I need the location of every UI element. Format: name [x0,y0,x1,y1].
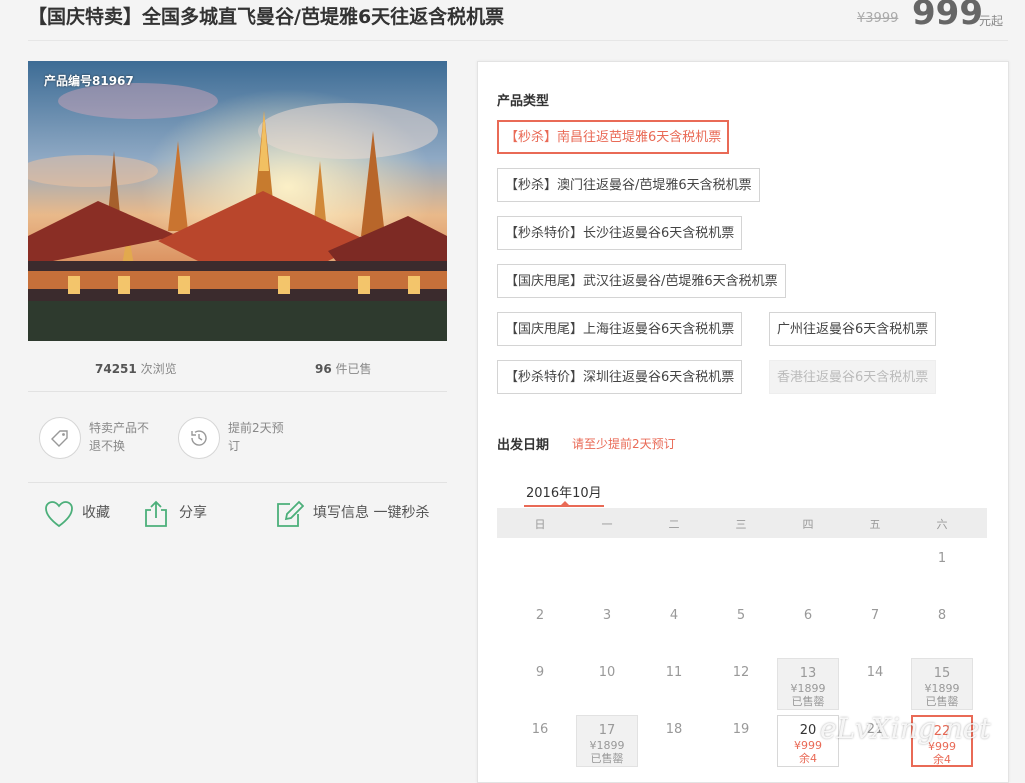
views-stat: 74251 次浏览 [95,360,177,377]
share-button[interactable]: 分享 [179,502,207,522]
day-number: 14 [866,665,884,680]
weekday-label: 日 [534,518,546,531]
weekday-label: 五 [869,518,881,531]
calendar-day: 2 [509,601,571,653]
month-caret-icon [561,501,569,505]
day-status: 已售罄 [791,695,825,708]
calendar-day: 16 [509,715,571,767]
day-number: 5 [736,608,746,623]
watermark: eLvXing.net [820,712,991,745]
clock-icon [178,417,220,459]
day-number: 12 [732,665,750,680]
day-number: 13 [799,666,817,681]
day-status: 余4 [933,753,951,766]
product-option[interactable]: 广州往返曼谷6天含税机票 [769,312,937,346]
product-option[interactable]: 【国庆甩尾】武汉往返曼谷/芭堤雅6天含税机票 [497,264,786,298]
day-number: 8 [937,608,947,623]
departure-title: 出发日期 [497,438,550,453]
calendar-day: 12 [710,658,772,710]
sale-price: 999 [912,0,983,33]
price-unit: 元起 [979,14,1004,28]
share-icon[interactable] [142,500,170,528]
day-number: 6 [803,608,813,623]
day-price: ¥1899 [589,739,625,752]
favorite-button[interactable]: 收藏 [82,502,110,522]
fill-info-button[interactable]: 填写信息 一键秒杀 [313,502,429,522]
product-option-disabled: 香港往返曼谷6天含税机票 [769,360,937,394]
tag-icon [39,417,81,459]
product-option-selected[interactable]: 【秒杀】南昌往返芭堤雅6天含税机票 [497,120,730,154]
booking-hint: 请至少提前2天预订 [572,437,676,451]
sold-stat: 96 件已售 [315,360,372,377]
divider [28,482,447,483]
calendar-day: 18 [643,715,705,767]
heart-icon[interactable] [44,500,74,528]
sold-label: 件已售 [335,362,372,376]
product-code: 产品编号81967 [44,74,134,88]
day-number: 1 [937,551,947,566]
page-title: 【国庆特卖】全国多城直飞曼谷/芭堤雅6天往返含税机票 [28,6,505,28]
views-label: 次浏览 [140,362,177,376]
day-number: 15 [933,666,951,681]
day-number: 4 [669,608,679,623]
feature-book-ahead: 提前2天预订 [228,421,284,453]
weekday-label: 六 [936,518,948,531]
weekday-label: 二 [668,518,680,531]
day-number: 9 [535,665,545,680]
original-price: ¥3999 [857,11,899,26]
day-number: 2 [535,608,545,623]
edit-icon[interactable] [276,500,304,528]
month-underline [524,505,604,507]
calendar-day: 10 [576,658,638,710]
day-price: ¥1899 [924,682,960,695]
month-tab[interactable]: 2016年10月 [526,482,602,501]
product-photo [28,61,447,341]
day-number: 3 [602,608,612,623]
calendar-day: 3 [576,601,638,653]
product-option[interactable]: 【国庆甩尾】上海往返曼谷6天含税机票 [497,312,743,346]
calendar-day-sold-out: 15 ¥1899 已售罄 [911,658,973,710]
calendar-day: 11 [643,658,705,710]
views-count: 74251 [95,362,137,376]
calendar-day: 4 [643,601,705,653]
divider [28,391,447,392]
day-number: 19 [732,722,750,737]
weekday-label: 三 [735,518,747,531]
calendar-day: 6 [777,601,839,653]
product-option[interactable]: 【秒杀特价】深圳往返曼谷6天含税机票 [497,360,743,394]
calendar-day: 1 [911,544,973,596]
calendar-day: 5 [710,601,772,653]
day-number: 16 [531,722,549,737]
calendar-day: 19 [710,715,772,767]
calendar-day: 8 [911,601,973,653]
day-status: 已售罄 [925,695,959,708]
day-number: 11 [665,665,683,680]
day-number: 17 [598,723,616,738]
product-option[interactable]: 【秒杀特价】长沙往返曼谷6天含税机票 [497,216,743,250]
calendar-day-sold-out: 17 ¥1899 已售罄 [576,715,638,767]
day-status: 已售罄 [590,752,624,765]
calendar-day: 9 [509,658,571,710]
product-type-title: 产品类型 [497,94,550,109]
weekday-label: 四 [802,518,814,531]
calendar-day-sold-out: 13 ¥1899 已售罄 [777,658,839,710]
header-divider [28,40,1008,41]
day-number: 18 [665,722,683,737]
weekday-label: 一 [601,518,613,531]
sold-count: 96 [315,362,332,376]
calendar-day: 14 [844,658,906,710]
day-price: ¥1899 [790,682,826,695]
feature-no-refund: 特卖产品不退不换 [89,421,150,453]
day-number: 10 [598,665,616,680]
day-status: 余4 [799,752,817,765]
product-option[interactable]: 【秒杀】澳门往返曼谷/芭堤雅6天含税机票 [497,168,760,202]
calendar-day: 7 [844,601,906,653]
day-number: 7 [870,608,880,623]
